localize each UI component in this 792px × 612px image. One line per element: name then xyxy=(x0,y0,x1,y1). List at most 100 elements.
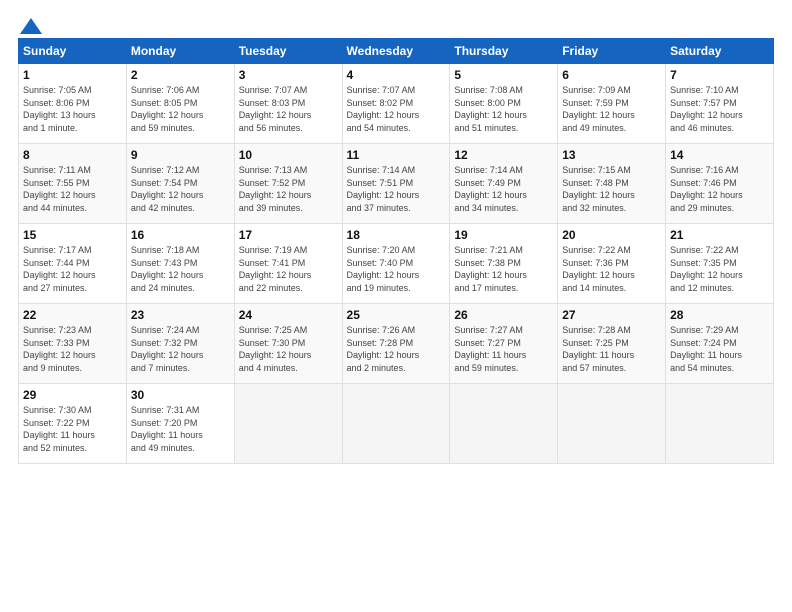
day-info: Sunrise: 7:21 AM Sunset: 7:38 PM Dayligh… xyxy=(454,244,553,294)
day-info: Sunrise: 7:24 AM Sunset: 7:32 PM Dayligh… xyxy=(131,324,230,374)
page-container: SundayMondayTuesdayWednesdayThursdayFrid… xyxy=(0,0,792,474)
calendar-cell: 30 Sunrise: 7:31 AM Sunset: 7:20 PM Dayli… xyxy=(126,384,234,464)
day-number: 15 xyxy=(23,228,122,242)
day-info: Sunrise: 7:25 AM Sunset: 7:30 PM Dayligh… xyxy=(239,324,338,374)
day-info: Sunrise: 7:16 AM Sunset: 7:46 PM Dayligh… xyxy=(670,164,769,214)
calendar-cell: 7 Sunrise: 7:10 AM Sunset: 7:57 PM Daylig… xyxy=(666,64,774,144)
calendar-week-row: 8 Sunrise: 7:11 AM Sunset: 7:55 PM Daylig… xyxy=(19,144,774,224)
day-number: 11 xyxy=(347,148,446,162)
day-number: 5 xyxy=(454,68,553,82)
calendar-cell: 22 Sunrise: 7:23 AM Sunset: 7:33 PM Dayli… xyxy=(19,304,127,384)
day-number: 26 xyxy=(454,308,553,322)
day-number: 29 xyxy=(23,388,122,402)
day-number: 18 xyxy=(347,228,446,242)
calendar-cell xyxy=(450,384,558,464)
calendar-cell: 1Sunrise: 7:05 AM Sunset: 8:06 PM Daylig… xyxy=(19,64,127,144)
calendar-cell: 20Sunrise: 7:22 AM Sunset: 7:36 PM Dayli… xyxy=(558,224,666,304)
day-info: Sunrise: 7:13 AM Sunset: 7:52 PM Dayligh… xyxy=(239,164,338,214)
day-number: 24 xyxy=(239,308,338,322)
calendar-header-row: SundayMondayTuesdayWednesdayThursdayFrid… xyxy=(19,39,774,64)
calendar-cell: 17 Sunrise: 7:19 AM Sunset: 7:41 PM Dayli… xyxy=(234,224,342,304)
day-number: 8 xyxy=(23,148,122,162)
day-number: 14 xyxy=(670,148,769,162)
day-number: 22 xyxy=(23,308,122,322)
col-header-thursday: Thursday xyxy=(450,39,558,64)
day-info: Sunrise: 7:07 AM Sunset: 8:02 PM Dayligh… xyxy=(347,84,446,134)
calendar-week-row: 22 Sunrise: 7:23 AM Sunset: 7:33 PM Dayli… xyxy=(19,304,774,384)
calendar-cell: 2Sunrise: 7:06 AM Sunset: 8:05 PM Daylig… xyxy=(126,64,234,144)
calendar-cell: 10Sunrise: 7:13 AM Sunset: 7:52 PM Dayli… xyxy=(234,144,342,224)
day-number: 23 xyxy=(131,308,230,322)
day-number: 20 xyxy=(562,228,661,242)
calendar-week-row: 15 Sunrise: 7:17 AM Sunset: 7:44 PM Dayli… xyxy=(19,224,774,304)
day-info: Sunrise: 7:31 AM Sunset: 7:20 PM Dayligh… xyxy=(131,404,230,454)
day-info: Sunrise: 7:29 AM Sunset: 7:24 PM Dayligh… xyxy=(670,324,769,374)
col-header-monday: Monday xyxy=(126,39,234,64)
day-number: 16 xyxy=(131,228,230,242)
day-number: 19 xyxy=(454,228,553,242)
day-info: Sunrise: 7:11 AM Sunset: 7:55 PM Dayligh… xyxy=(23,164,122,214)
calendar-cell: 8 Sunrise: 7:11 AM Sunset: 7:55 PM Daylig… xyxy=(19,144,127,224)
calendar-cell: 11 Sunrise: 7:14 AM Sunset: 7:51 PM Dayli… xyxy=(342,144,450,224)
day-info: Sunrise: 7:08 AM Sunset: 8:00 PM Dayligh… xyxy=(454,84,553,134)
day-info: Sunrise: 7:14 AM Sunset: 7:51 PM Dayligh… xyxy=(347,164,446,214)
calendar-cell xyxy=(234,384,342,464)
day-info: Sunrise: 7:22 AM Sunset: 7:35 PM Dayligh… xyxy=(670,244,769,294)
day-number: 2 xyxy=(131,68,230,82)
calendar-cell: 14 Sunrise: 7:16 AM Sunset: 7:46 PM Dayli… xyxy=(666,144,774,224)
calendar-cell: 23 Sunrise: 7:24 AM Sunset: 7:32 PM Dayli… xyxy=(126,304,234,384)
day-number: 12 xyxy=(454,148,553,162)
day-info: Sunrise: 7:28 AM Sunset: 7:25 PM Dayligh… xyxy=(562,324,661,374)
calendar-week-row: 29 Sunrise: 7:30 AM Sunset: 7:22 PM Dayli… xyxy=(19,384,774,464)
day-number: 7 xyxy=(670,68,769,82)
calendar-cell xyxy=(342,384,450,464)
calendar-cell: 28Sunrise: 7:29 AM Sunset: 7:24 PM Dayli… xyxy=(666,304,774,384)
calendar-cell: 9 Sunrise: 7:12 AM Sunset: 7:54 PM Daylig… xyxy=(126,144,234,224)
day-info: Sunrise: 7:12 AM Sunset: 7:54 PM Dayligh… xyxy=(131,164,230,214)
calendar-cell xyxy=(558,384,666,464)
col-header-wednesday: Wednesday xyxy=(342,39,450,64)
calendar-table: SundayMondayTuesdayWednesdayThursdayFrid… xyxy=(18,38,774,464)
calendar-cell: 27 Sunrise: 7:28 AM Sunset: 7:25 PM Dayli… xyxy=(558,304,666,384)
col-header-friday: Friday xyxy=(558,39,666,64)
day-number: 9 xyxy=(131,148,230,162)
day-number: 1 xyxy=(23,68,122,82)
col-header-saturday: Saturday xyxy=(666,39,774,64)
day-info: Sunrise: 7:15 AM Sunset: 7:48 PM Dayligh… xyxy=(562,164,661,214)
calendar-cell: 19 Sunrise: 7:21 AM Sunset: 7:38 PM Dayli… xyxy=(450,224,558,304)
header xyxy=(18,18,774,32)
day-info: Sunrise: 7:19 AM Sunset: 7:41 PM Dayligh… xyxy=(239,244,338,294)
day-info: Sunrise: 7:18 AM Sunset: 7:43 PM Dayligh… xyxy=(131,244,230,294)
day-number: 30 xyxy=(131,388,230,402)
calendar-cell: 4Sunrise: 7:07 AM Sunset: 8:02 PM Daylig… xyxy=(342,64,450,144)
day-info: Sunrise: 7:30 AM Sunset: 7:22 PM Dayligh… xyxy=(23,404,122,454)
calendar-cell: 29 Sunrise: 7:30 AM Sunset: 7:22 PM Dayli… xyxy=(19,384,127,464)
logo xyxy=(18,18,42,32)
calendar-cell: 18 Sunrise: 7:20 AM Sunset: 7:40 PM Dayli… xyxy=(342,224,450,304)
calendar-cell: 25Sunrise: 7:26 AM Sunset: 7:28 PM Dayli… xyxy=(342,304,450,384)
day-number: 27 xyxy=(562,308,661,322)
calendar-cell: 3Sunrise: 7:07 AM Sunset: 8:03 PM Daylig… xyxy=(234,64,342,144)
day-number: 17 xyxy=(239,228,338,242)
day-info: Sunrise: 7:23 AM Sunset: 7:33 PM Dayligh… xyxy=(23,324,122,374)
day-number: 21 xyxy=(670,228,769,242)
calendar-cell: 13 Sunrise: 7:15 AM Sunset: 7:48 PM Dayli… xyxy=(558,144,666,224)
day-number: 3 xyxy=(239,68,338,82)
col-header-sunday: Sunday xyxy=(19,39,127,64)
day-info: Sunrise: 7:17 AM Sunset: 7:44 PM Dayligh… xyxy=(23,244,122,294)
day-info: Sunrise: 7:20 AM Sunset: 7:40 PM Dayligh… xyxy=(347,244,446,294)
calendar-cell: 26 Sunrise: 7:27 AM Sunset: 7:27 PM Dayli… xyxy=(450,304,558,384)
day-info: Sunrise: 7:10 AM Sunset: 7:57 PM Dayligh… xyxy=(670,84,769,134)
calendar-cell: 21 Sunrise: 7:22 AM Sunset: 7:35 PM Dayli… xyxy=(666,224,774,304)
day-info: Sunrise: 7:27 AM Sunset: 7:27 PM Dayligh… xyxy=(454,324,553,374)
day-info: Sunrise: 7:14 AM Sunset: 7:49 PM Dayligh… xyxy=(454,164,553,214)
calendar-week-row: 1Sunrise: 7:05 AM Sunset: 8:06 PM Daylig… xyxy=(19,64,774,144)
calendar-cell xyxy=(666,384,774,464)
col-header-tuesday: Tuesday xyxy=(234,39,342,64)
calendar-cell: 15 Sunrise: 7:17 AM Sunset: 7:44 PM Dayli… xyxy=(19,224,127,304)
calendar-cell: 5 Sunrise: 7:08 AM Sunset: 8:00 PM Daylig… xyxy=(450,64,558,144)
day-number: 13 xyxy=(562,148,661,162)
day-info: Sunrise: 7:09 AM Sunset: 7:59 PM Dayligh… xyxy=(562,84,661,134)
day-info: Sunrise: 7:26 AM Sunset: 7:28 PM Dayligh… xyxy=(347,324,446,374)
day-number: 6 xyxy=(562,68,661,82)
